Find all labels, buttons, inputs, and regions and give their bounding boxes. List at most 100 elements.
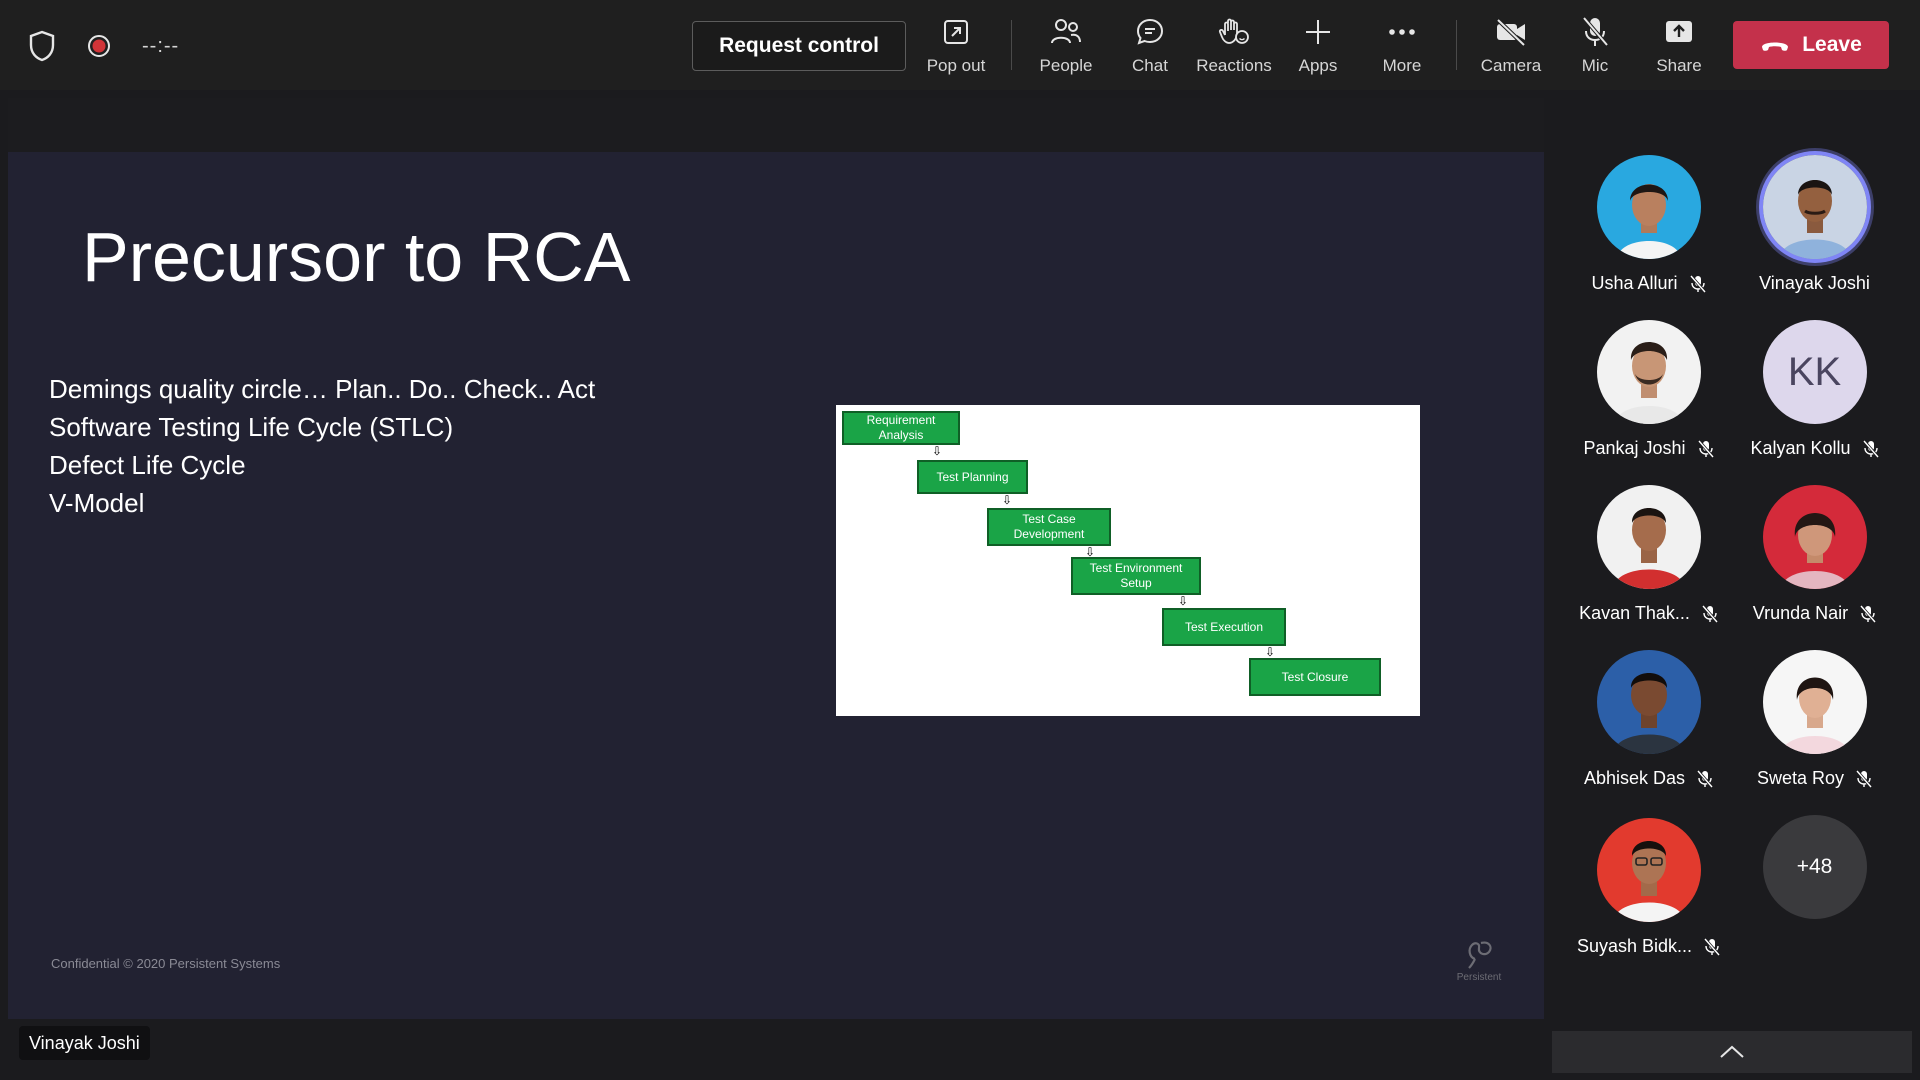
participant-name: Suyash Bidk... — [1576, 936, 1693, 956]
pop-out-button[interactable]: Pop out — [914, 14, 998, 80]
avatar — [1596, 650, 1701, 754]
participant-name-row: Vrunda Nair — [1752, 603, 1877, 624]
participant-tile[interactable]: Pankaj Joshi — [1566, 320, 1731, 470]
collapse-gallery-button[interactable] — [1552, 1031, 1912, 1073]
apps-button[interactable]: Apps — [1276, 14, 1360, 80]
stlc-diagram: Requirement Analysis ⇩ Test Planning ⇩ T… — [836, 405, 1420, 716]
mic-muted-icon — [1862, 439, 1879, 458]
apps-plus-icon — [1303, 14, 1333, 50]
camera-off-icon — [1494, 14, 1528, 50]
participant-name-row: Pankaj Joshi — [1583, 438, 1714, 459]
mic-off-icon — [1580, 14, 1610, 50]
mic-muted-icon — [1856, 769, 1873, 788]
participant-name: Vrunda Nair — [1752, 603, 1849, 623]
participant-tile[interactable]: Vrunda Nair — [1732, 485, 1897, 635]
slide-bullet: Demings quality circle… Plan.. Do.. Chec… — [49, 374, 596, 404]
participant-name-row: Suyash Bidk... — [1576, 936, 1721, 957]
participant-tile[interactable]: Usha Alluri — [1566, 155, 1731, 305]
down-arrow-icon: ⇩ — [1265, 645, 1276, 659]
avatar — [1596, 155, 1701, 259]
people-label: People — [1039, 56, 1093, 75]
participant-name: Abhisek Das — [1583, 768, 1686, 788]
toolbar-divider — [1456, 20, 1457, 70]
avatar — [1762, 155, 1867, 259]
participant-name-row: Kalyan Kollu — [1750, 438, 1879, 459]
overflow-count-badge: +48 — [1762, 815, 1867, 919]
leave-label: Leave — [1802, 33, 1862, 56]
avatar — [1762, 650, 1867, 754]
chat-button[interactable]: Chat — [1108, 14, 1192, 80]
pop-out-label: Pop out — [926, 56, 986, 75]
shield-icon[interactable] — [28, 30, 56, 62]
slide-bullet: Defect Life Cycle — [49, 450, 246, 480]
avatar — [1596, 818, 1701, 922]
presenter-name-tag: Vinayak Joshi — [19, 1026, 150, 1060]
participant-name-row: Usha Alluri — [1591, 273, 1706, 294]
participant-name: Kalyan Kollu — [1750, 438, 1851, 458]
share-icon — [1663, 14, 1695, 50]
diagram-step: Test Closure — [1249, 658, 1381, 696]
mic-muted-icon — [1689, 274, 1706, 293]
slide-bullet: V-Model — [49, 488, 145, 518]
participant-tile[interactable]: KK Kalyan Kollu — [1732, 320, 1897, 470]
participant-name: Usha Alluri — [1591, 273, 1678, 293]
down-arrow-icon: ⇩ — [1178, 594, 1189, 608]
participant-name: Pankaj Joshi — [1583, 438, 1686, 458]
participant-tile[interactable]: Sweta Roy — [1732, 650, 1897, 800]
participant-name-row: Vinayak Joshi — [1759, 273, 1870, 294]
diagram-step: Test Execution — [1162, 608, 1286, 646]
slide-bullet: Software Testing Life Cycle (STLC) — [49, 412, 454, 442]
reactions-icon — [1217, 14, 1251, 50]
mic-muted-icon — [1697, 439, 1714, 458]
participant-tile[interactable]: Vinayak Joshi — [1732, 155, 1897, 305]
mic-button[interactable]: Mic — [1553, 14, 1637, 80]
diagram-step: Test Planning — [917, 460, 1028, 494]
avatar — [1762, 485, 1867, 589]
participant-name: Sweta Roy — [1756, 768, 1845, 788]
chat-label: Chat — [1132, 56, 1168, 75]
participant-tile[interactable]: Kavan Thak... — [1566, 485, 1731, 635]
slide-title: Precursor to RCA — [82, 218, 631, 296]
recording-icon — [86, 33, 112, 59]
diagram-step: Requirement Analysis — [842, 411, 960, 445]
slide-bullet-list: Demings quality circle… Plan.. Do.. Chec… — [49, 370, 595, 522]
stage-header-strip — [8, 98, 1544, 152]
reactions-label: Reactions — [1196, 56, 1272, 75]
more-label: More — [1382, 56, 1422, 75]
logo-text: Persistent — [1456, 972, 1502, 983]
participant-name-row: Kavan Thak... — [1579, 603, 1718, 624]
mic-muted-icon — [1697, 769, 1714, 788]
reactions-button[interactable]: Reactions — [1192, 14, 1276, 80]
camera-label: Camera — [1480, 56, 1542, 75]
persistent-logo: Persistent — [1449, 937, 1509, 983]
participant-tile[interactable]: Suyash Bidk... — [1566, 818, 1731, 968]
avatar — [1596, 320, 1701, 424]
apps-label: Apps — [1298, 56, 1338, 75]
request-control-button[interactable]: Request control — [692, 21, 906, 71]
share-button[interactable]: Share — [1637, 14, 1721, 80]
mic-muted-icon — [1704, 937, 1721, 956]
meeting-toolbar: --:-- Request control Pop out People Cha… — [0, 0, 1920, 90]
overflow-participants-tile[interactable]: +48 — [1732, 815, 1897, 965]
diagram-step: Test Case Development — [987, 508, 1111, 546]
people-icon — [1049, 14, 1083, 50]
down-arrow-icon: ⇩ — [932, 444, 943, 458]
chevron-up-icon — [1720, 1045, 1744, 1058]
mic-muted-icon — [1701, 604, 1718, 623]
meeting-timer: --:-- — [142, 34, 180, 57]
pop-out-icon — [941, 14, 971, 50]
people-button[interactable]: People — [1024, 14, 1108, 80]
avatar — [1596, 485, 1701, 589]
stage-footer-strip — [8, 1019, 1544, 1080]
share-label: Share — [1656, 56, 1702, 75]
more-button[interactable]: More — [1360, 14, 1444, 80]
down-arrow-icon: ⇩ — [1002, 493, 1013, 507]
toolbar-left-group: --:-- — [28, 30, 179, 62]
toolbar-divider — [1011, 20, 1012, 70]
leave-button[interactable]: Leave — [1733, 21, 1889, 69]
participant-tile[interactable]: Abhisek Das — [1566, 650, 1731, 800]
camera-button[interactable]: Camera — [1469, 14, 1553, 80]
mic-label: Mic — [1581, 56, 1609, 75]
hang-up-icon — [1760, 37, 1790, 53]
slide-footer: Confidential © 2020 Persistent Systems — [51, 956, 281, 971]
